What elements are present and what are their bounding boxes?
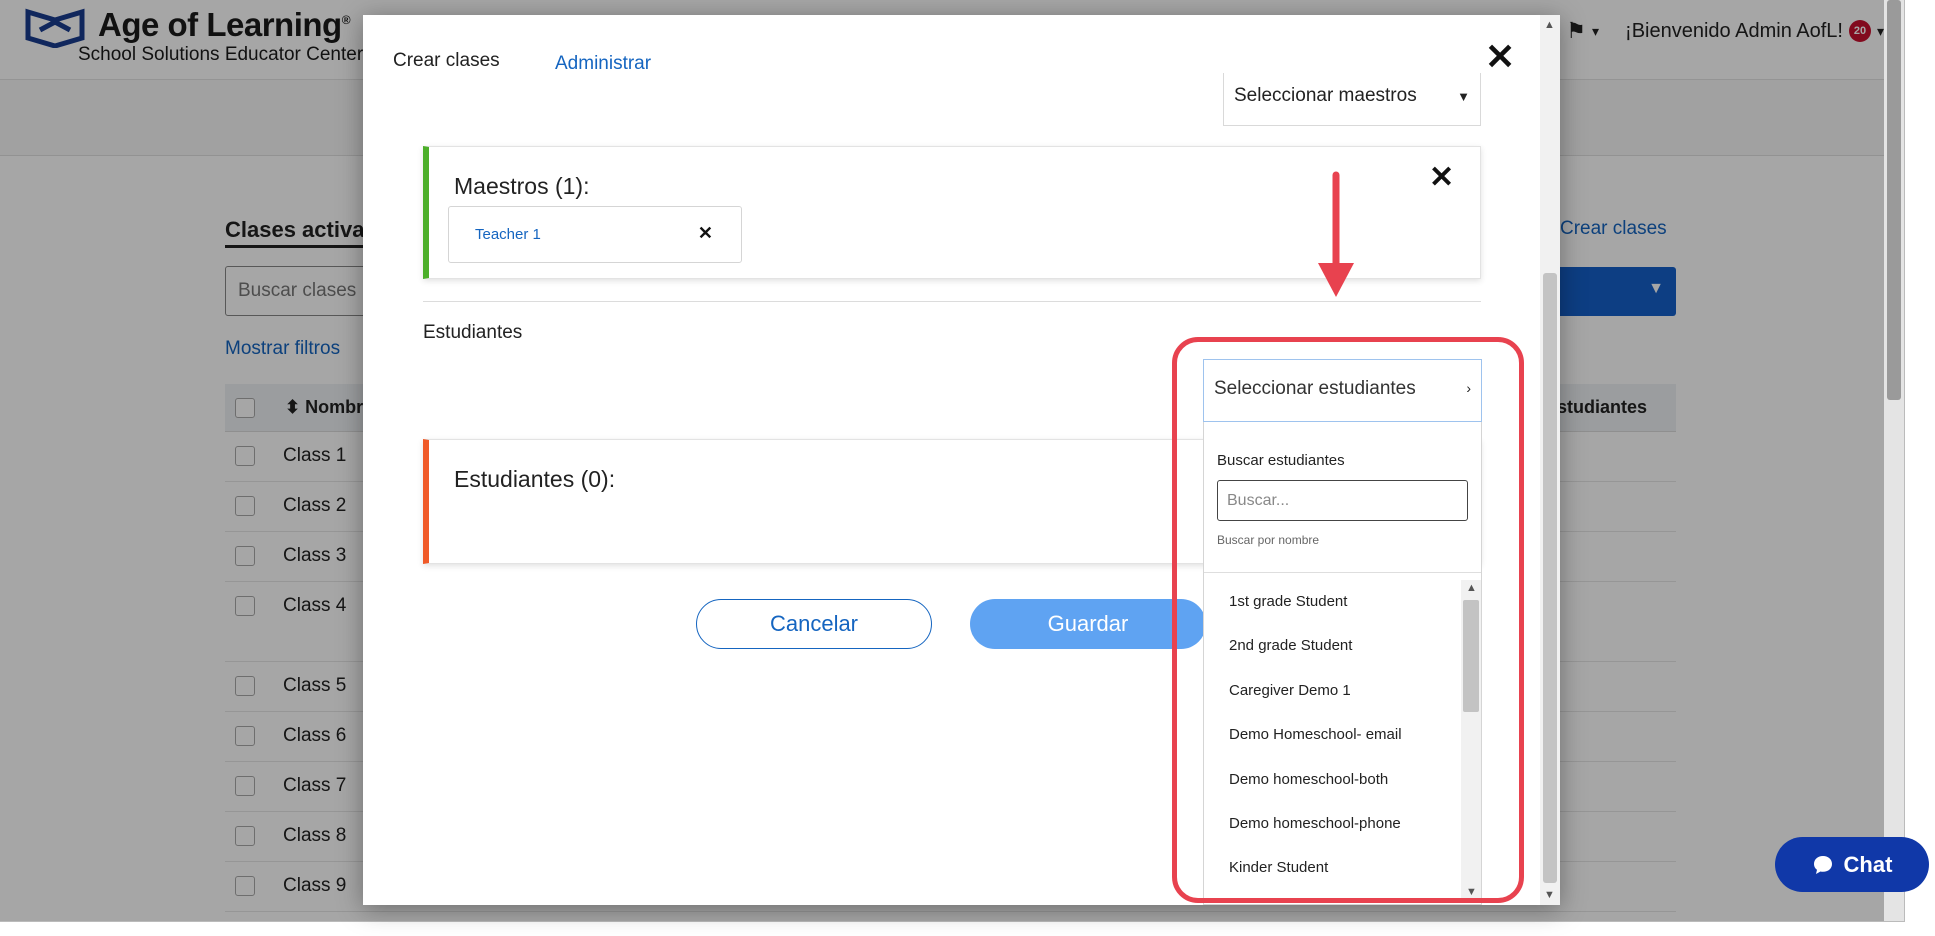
- page-scrollbar-thumb[interactable]: [1887, 0, 1901, 400]
- chat-button[interactable]: Chat: [1775, 837, 1929, 892]
- cancel-button[interactable]: Cancelar: [696, 599, 932, 649]
- select-students-dropdown[interactable]: Seleccionar estudiantes ›: [1203, 359, 1482, 422]
- student-option[interactable]: Caregiver Demo 1: [1204, 669, 1459, 713]
- modal-scrollbar-thumb[interactable]: [1543, 273, 1557, 883]
- page-scrollbar[interactable]: [1884, 0, 1904, 921]
- tab-create-classes[interactable]: Crear clases: [393, 50, 500, 72]
- save-button[interactable]: Guardar: [970, 599, 1206, 649]
- student-search-hint: Buscar por nombre: [1217, 533, 1320, 547]
- scroll-up-icon[interactable]: ▲: [1544, 19, 1555, 31]
- student-options-list: 1st grade Student 2nd grade Student Care…: [1204, 580, 1459, 900]
- tab-administer[interactable]: Administrar: [555, 53, 651, 75]
- chat-bubble-icon: [1813, 855, 1832, 874]
- select-students-label: Seleccionar estudiantes: [1214, 378, 1416, 399]
- scroll-down-icon[interactable]: ▼: [1544, 889, 1555, 901]
- modal-close-icon[interactable]: ✕: [1485, 39, 1515, 75]
- teachers-card: Maestros (1): ✕ Teacher 1 ✕: [423, 146, 1481, 279]
- section-divider: [423, 301, 1481, 302]
- create-class-modal: Crear clases Administrar ✕ Seleccionar m…: [363, 15, 1560, 905]
- dropdown-separator: [1204, 572, 1481, 573]
- chevron-right-icon: ›: [1466, 380, 1471, 396]
- teachers-card-title: Maestros (1):: [454, 173, 590, 199]
- chevron-down-icon: ▼: [1457, 89, 1470, 104]
- scroll-down-icon[interactable]: ▼: [1466, 886, 1477, 898]
- teacher-chip: Teacher 1 ✕: [448, 206, 742, 263]
- select-teachers-dropdown[interactable]: Seleccionar maestros ▼: [1223, 73, 1481, 126]
- student-option[interactable]: Kinder Student: [1204, 846, 1459, 890]
- student-option[interactable]: Demo Homeschool- email: [1204, 713, 1459, 757]
- student-list-scrollbar-thumb[interactable]: [1463, 600, 1479, 712]
- students-card-title: Estudiantes (0):: [454, 466, 616, 492]
- scroll-up-icon[interactable]: ▲: [1466, 582, 1477, 594]
- teacher-chip-label[interactable]: Teacher 1: [475, 226, 541, 243]
- student-option[interactable]: Demo homeschool-both: [1204, 758, 1459, 802]
- students-section-label: Estudiantes: [423, 322, 523, 343]
- select-teachers-label: Seleccionar maestros: [1234, 85, 1417, 106]
- teachers-card-close-icon[interactable]: ✕: [1429, 163, 1454, 193]
- student-search-label: Buscar estudiantes: [1217, 452, 1345, 469]
- modal-scrollbar[interactable]: ▲ ▼: [1540, 15, 1560, 905]
- remove-teacher-icon[interactable]: ✕: [698, 223, 713, 244]
- student-option[interactable]: 2nd grade Student: [1204, 624, 1459, 668]
- students-dropdown-panel: Buscar estudiantes Buscar por nombre 1st…: [1203, 422, 1482, 905]
- student-option[interactable]: Demo homeschool-phone: [1204, 802, 1459, 846]
- student-option[interactable]: 1st grade Student: [1204, 580, 1459, 624]
- student-search-input[interactable]: [1217, 480, 1468, 521]
- chat-label: Chat: [1843, 851, 1893, 877]
- student-list-scrollbar[interactable]: ▲ ▼: [1461, 580, 1481, 900]
